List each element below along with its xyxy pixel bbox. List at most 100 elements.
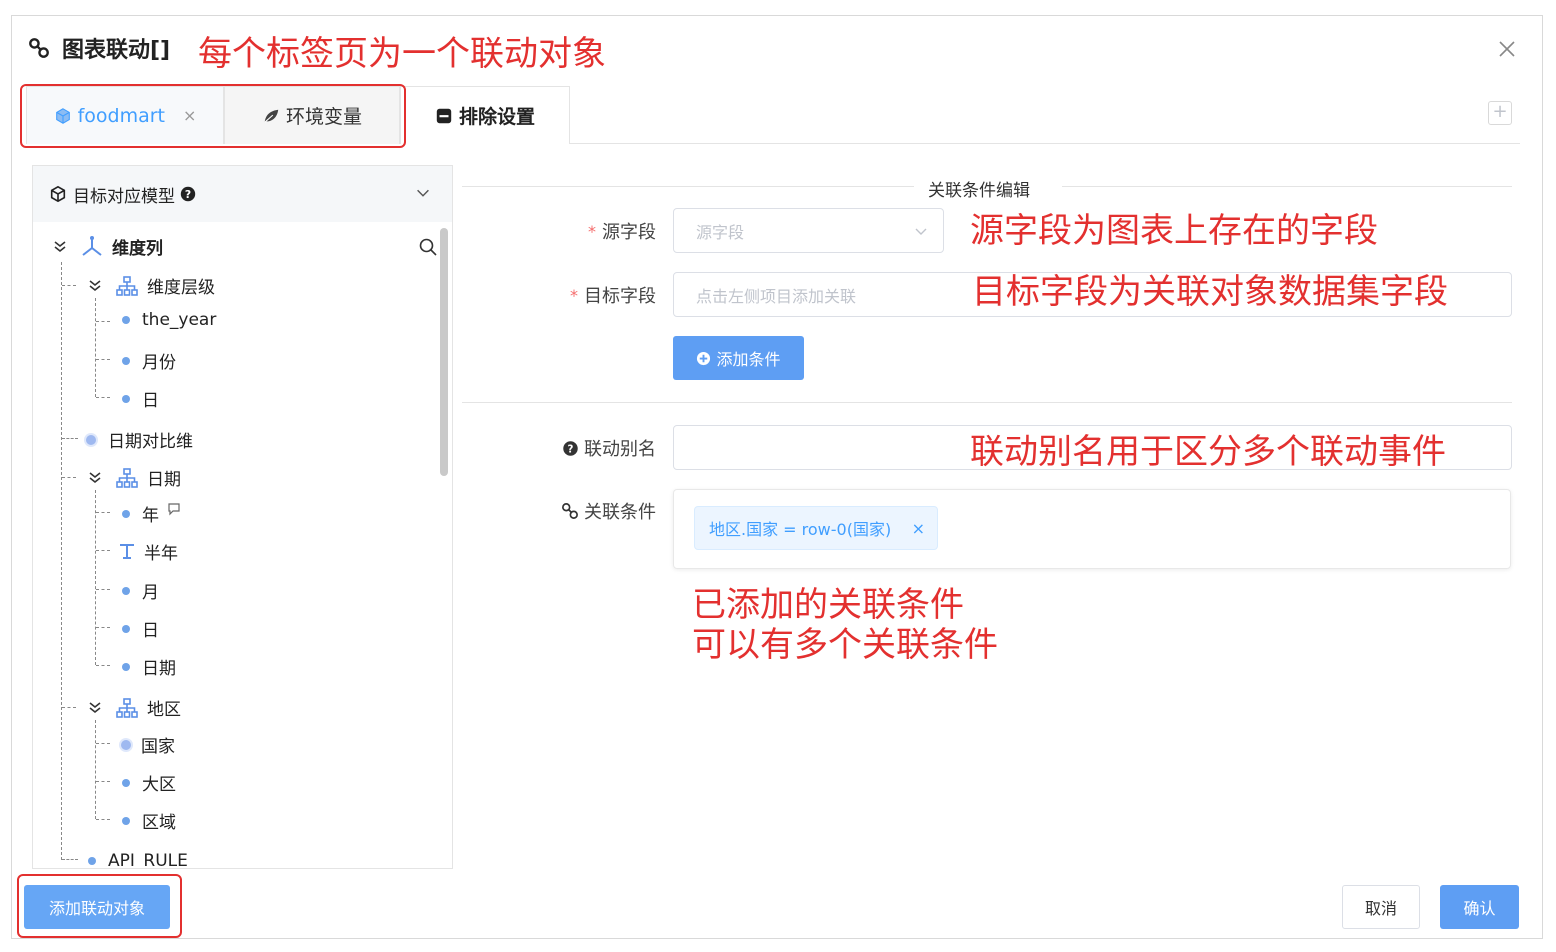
tree-guide-line — [96, 819, 110, 820]
tree-guide-line — [96, 550, 110, 551]
link-icon — [562, 503, 578, 519]
tab-label: 排除设置 — [458, 106, 535, 128]
tree-guide-line — [61, 262, 62, 860]
required-mark: * — [570, 285, 578, 305]
hierarchy-icon — [116, 467, 138, 488]
tree-header[interactable]: 目标对应模型 ? — [33, 166, 452, 222]
tree-node-label: 年 — [142, 506, 159, 526]
label-text: 源字段 — [602, 222, 656, 243]
tree-node-label: 日 — [142, 621, 159, 641]
tree-node-label: 国家 — [141, 737, 175, 757]
tree-node-label: 大区 — [142, 775, 176, 795]
tree-node-year[interactable]: 年 — [122, 501, 181, 526]
tree-guide-line — [95, 720, 96, 819]
tree-guide-line — [96, 359, 110, 360]
tree-guide-line — [62, 707, 76, 708]
tree-node-date[interactable]: 日期 — [122, 654, 176, 679]
search-icon[interactable] — [418, 237, 438, 257]
tree-node-label: 维度层级 — [147, 278, 215, 298]
chevron-down-icon — [915, 228, 927, 235]
tree-node-country[interactable]: 国家 — [121, 732, 175, 757]
double-chevron-down-icon[interactable] — [87, 278, 103, 294]
tree-node-api-rule[interactable]: API_RULE — [88, 851, 188, 867]
double-chevron-down-icon[interactable] — [87, 700, 103, 716]
tree-guide-line — [96, 321, 110, 322]
tree-node-month[interactable]: 月份 — [122, 348, 176, 373]
field-dot-icon — [122, 509, 130, 518]
tree-node-label: 区域 — [142, 813, 176, 833]
field-dot-icon — [122, 662, 130, 671]
field-dot-icon — [122, 586, 130, 595]
label-text: 目标字段 — [584, 286, 656, 307]
annotation-source-field: 源字段为图表上存在的字段 — [970, 211, 1378, 251]
plus-circle-icon — [697, 351, 711, 365]
tree-guide-line — [62, 285, 76, 286]
annotation-conditions-line2: 可以有多个关联条件 — [692, 625, 998, 665]
tree-node-the-year[interactable]: the_year — [122, 310, 216, 330]
svg-text:?: ? — [185, 188, 191, 201]
tree-node-day[interactable]: 日 — [122, 616, 159, 641]
tree-scrollbar[interactable] — [440, 228, 448, 476]
select-placeholder: 源字段 — [696, 222, 745, 242]
dimension-axes-icon — [82, 235, 102, 256]
tree-node-label: 月 — [142, 583, 159, 603]
tree-node-label: 日期对比维 — [108, 432, 193, 452]
condition-tag[interactable]: 地区.国家 = row-0(国家) × — [694, 506, 938, 550]
chevron-down-icon[interactable] — [414, 184, 432, 202]
tree-node-half-year[interactable]: 半年 — [118, 539, 178, 564]
text-type-icon — [120, 543, 134, 559]
confirm-button[interactable]: 确认 — [1440, 885, 1519, 929]
tab-exclude-settings[interactable]: 排除设置 — [400, 86, 570, 144]
tree-node-dimension-columns[interactable]: 维度列 — [52, 234, 163, 259]
tree-node-month[interactable]: 月 — [122, 578, 159, 603]
cancel-button[interactable]: 取消 — [1342, 885, 1420, 929]
condition-remove-icon[interactable]: × — [912, 519, 925, 538]
tree-node-label: API_RULE — [108, 851, 188, 867]
tree-guide-line — [96, 665, 110, 666]
tabs-annotation: 每个标签页为一个联动对象 — [198, 34, 606, 74]
conditions-label: 关联条件 — [540, 498, 656, 524]
field-dot-icon — [122, 356, 130, 365]
label-text: 联动别名 — [584, 439, 656, 460]
source-field-label: * 源字段 — [540, 218, 656, 244]
tree-guide-line — [62, 859, 78, 860]
label-text: 关联条件 — [584, 502, 656, 523]
tree-clip: API_RULE — [80, 851, 450, 867]
help-icon[interactable]: ? — [562, 440, 579, 457]
tree-guide-line — [95, 490, 96, 665]
add-tab-button[interactable]: + — [1488, 101, 1512, 125]
tree-guide-line — [96, 397, 110, 398]
field-dot-icon — [122, 394, 130, 403]
target-field-label: * 目标字段 — [540, 282, 656, 308]
tree-guide-line — [96, 627, 110, 628]
tree-node-area[interactable]: 区域 — [122, 808, 176, 833]
add-condition-button[interactable]: 添加条件 — [673, 336, 804, 380]
close-icon[interactable] — [1496, 38, 1518, 60]
double-chevron-down-icon[interactable] — [87, 470, 103, 486]
button-label: 添加条件 — [716, 350, 781, 369]
hierarchy-icon — [116, 275, 138, 296]
field-ring-dot-icon — [86, 434, 96, 445]
tree-node-dimension-hierarchy[interactable]: 维度层级 — [87, 273, 215, 298]
tree-guide-line — [96, 512, 110, 513]
tree-node-day[interactable]: 日 — [122, 386, 159, 411]
linkage-alias-label: ? 联动别名 — [540, 435, 656, 461]
dialog-title: 图表联动[] — [62, 38, 171, 63]
form-divider — [462, 402, 1512, 403]
help-icon[interactable]: ? — [179, 185, 197, 203]
double-chevron-down-icon[interactable] — [52, 239, 68, 255]
link-icon — [29, 38, 49, 58]
comment-icon — [168, 502, 180, 515]
field-dot-icon — [122, 816, 130, 825]
field-dot-icon — [88, 857, 96, 865]
input-placeholder: 点击左侧项目添加关联 — [696, 286, 857, 306]
tree-node-region-hierarchy[interactable]: 地区 — [87, 695, 181, 720]
source-field-select[interactable]: 源字段 — [673, 208, 944, 253]
field-ring-dot-icon — [121, 739, 131, 750]
tree-node-date-compare[interactable]: 日期对比维 — [86, 427, 193, 452]
tree-node-date-hierarchy[interactable]: 日期 — [87, 465, 181, 490]
tree-node-big-region[interactable]: 大区 — [122, 770, 176, 795]
section-divider-left — [462, 186, 914, 187]
conditions-box: 地区.国家 = row-0(国家) × — [673, 489, 1511, 569]
condition-tag-text: 地区.国家 = row-0(国家) — [709, 520, 892, 539]
